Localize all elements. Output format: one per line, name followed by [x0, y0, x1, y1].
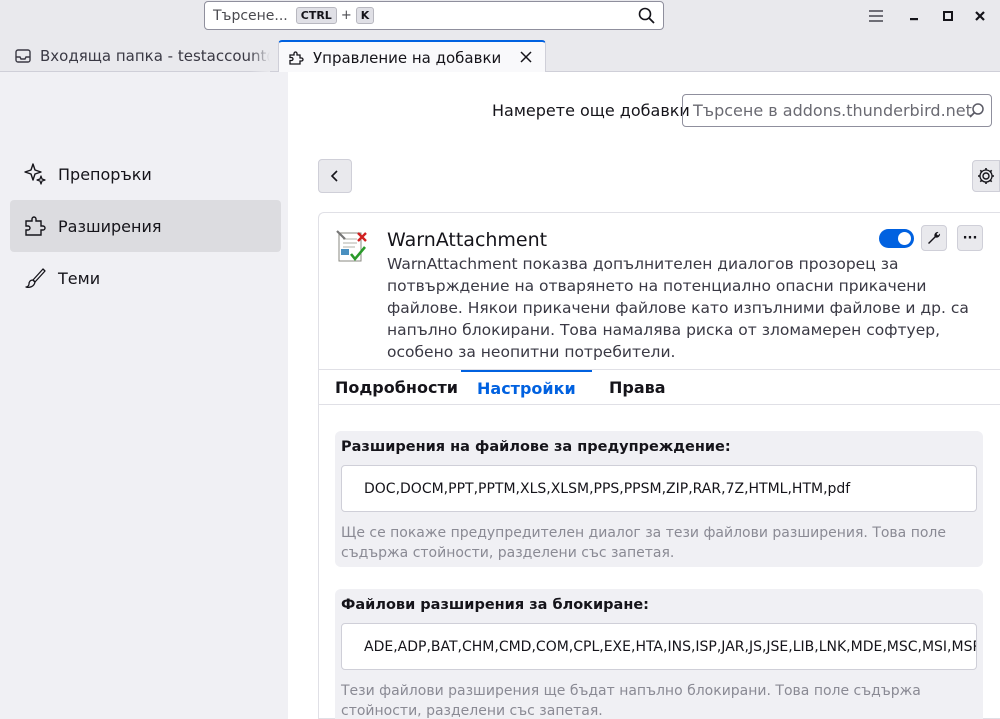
block-extensions-hint: Тези файлови разширения ще бъдат напълно…: [341, 683, 921, 719]
warn-extensions-hint: Ще се покаже предупредителен диалог за т…: [341, 525, 946, 561]
puzzle-icon: [289, 50, 304, 65]
addon-card: WarnAttachment WarnAttachment показва до…: [318, 212, 1000, 719]
tab-preferences[interactable]: Настройки: [461, 370, 592, 405]
back-button[interactable]: [318, 159, 352, 193]
tab-preferences-label: Настройки: [477, 379, 576, 398]
block-extensions-input[interactable]: ADE,ADP,BAT,CHM,CMD,COM,CPL,EXE,HTA,INS,…: [341, 623, 977, 670]
tab-addons-manager[interactable]: Управление на добавки: [278, 40, 546, 73]
sidebar-item-recommendations[interactable]: Препоръки: [10, 148, 281, 200]
tab-inbox-label: Входяща папка - testaccount@jd: [40, 47, 270, 65]
kbd-k: K: [355, 7, 375, 24]
search-icon[interactable]: [637, 6, 657, 26]
global-search-input[interactable]: Търсене... CTRL + K: [204, 1, 664, 30]
search-icon[interactable]: [967, 101, 987, 121]
warn-extensions-section: Разширения на файлове за предупреждение:…: [335, 431, 983, 567]
gear-icon: [978, 168, 994, 184]
sidebar-item-themes-label: Теми: [58, 268, 101, 288]
chevron-left-icon: [330, 170, 338, 182]
maximize-icon[interactable]: [936, 4, 960, 28]
addon-enable-toggle[interactable]: [879, 229, 914, 248]
inbox-icon: [15, 49, 31, 63]
block-extensions-section: Файлови разширения за блокиране: ADE,ADP…: [335, 589, 983, 719]
tab-permissions[interactable]: Права: [593, 370, 682, 405]
find-more-label: Намерете още добавки: [492, 101, 690, 120]
close-tab-icon[interactable]: [517, 48, 535, 66]
minimize-icon[interactable]: [902, 4, 926, 28]
menu-icon[interactable]: [864, 4, 888, 28]
detail-tabs: Подробности Настройки Права: [319, 369, 1000, 405]
sidebar-item-extensions[interactable]: Разширения: [10, 200, 281, 252]
tools-button[interactable]: [972, 160, 1000, 192]
warn-extensions-input[interactable]: DOC,DOCM,PPT,PPTM,XLS,XLSM,PPS,PPSM,ZIP,…: [341, 465, 977, 512]
sparkle-icon: [24, 163, 46, 185]
more-options-icon: ···: [962, 230, 978, 246]
tab-strip: Входяща папка - testaccount@jd Управлени…: [0, 34, 1000, 73]
tab-permissions-label: Права: [609, 378, 666, 397]
warn-extensions-label: Разширения на файлове за предупреждение:: [341, 439, 731, 455]
wrench-icon: [928, 231, 941, 244]
kbd-ctrl: CTRL: [295, 7, 337, 24]
kbd-plus: +: [340, 8, 352, 23]
categories-sidebar: Препоръки Разширения Теми: [0, 72, 288, 719]
global-search-placeholder: Търсене...: [213, 7, 288, 24]
warnattachment-logo-icon: [336, 230, 367, 262]
sidebar-item-recommendations-label: Препоръки: [58, 164, 152, 184]
tab-inbox[interactable]: Входяща папка - testaccount@jd: [0, 40, 270, 72]
title-bar: Търсене... CTRL + K: [0, 0, 1000, 34]
sidebar-item-extensions-label: Разширения: [58, 216, 162, 236]
tab-details[interactable]: Подробности: [319, 370, 474, 405]
tab-details-label: Подробности: [335, 378, 458, 397]
tab-addons-label: Управление на добавки: [313, 48, 502, 67]
addon-detail-view: Намерете още добавки Търсене в addons.th…: [288, 72, 1000, 719]
amo-search-placeholder: Търсене в addons.thunderbird.net: [693, 101, 972, 120]
puzzle-icon: [25, 216, 46, 236]
addon-preferences-button[interactable]: [921, 225, 947, 251]
amo-search-input[interactable]: Търсене в addons.thunderbird.net: [682, 94, 992, 127]
brush-icon: [25, 268, 46, 288]
addon-name: WarnAttachment: [387, 229, 548, 251]
close-window-icon[interactable]: [968, 4, 992, 28]
block-extensions-label: Файлови разширения за блокиране:: [341, 597, 649, 613]
sidebar-item-themes[interactable]: Теми: [10, 252, 281, 304]
addon-more-options-button[interactable]: ···: [957, 225, 983, 251]
addon-description: WarnAttachment показва допълнителен диал…: [387, 255, 969, 361]
